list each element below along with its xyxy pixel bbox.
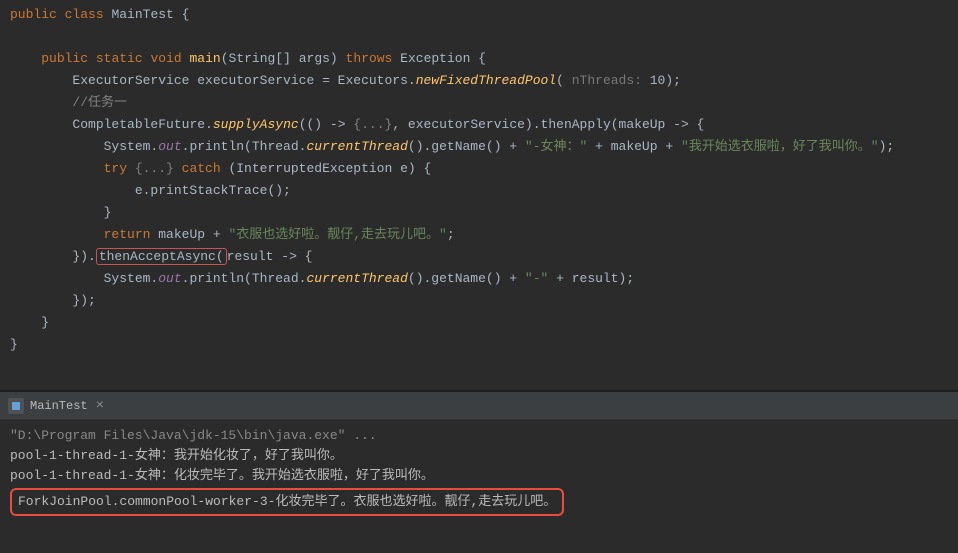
keyword: static: [96, 51, 143, 66]
console-line: pool-1-thread-1-女神：我开始化妆了，好了我叫你。: [10, 446, 948, 466]
method-name: main: [190, 51, 221, 66]
keyword: class: [65, 7, 104, 22]
method-call: currentThread: [306, 271, 407, 286]
keyword: public: [10, 7, 57, 22]
close-icon[interactable]: ×: [96, 398, 104, 414]
keyword: try: [104, 161, 127, 176]
string-literal: "-": [525, 271, 548, 286]
run-config-icon: [8, 398, 24, 414]
keyword: throws: [346, 51, 393, 66]
code-fold[interactable]: {...}: [127, 161, 182, 176]
method-call: currentThread: [306, 139, 407, 154]
string-literal: "-女神：": [525, 139, 587, 154]
method-call: supplyAsync: [213, 117, 299, 132]
keyword: public: [41, 51, 88, 66]
console-line: "D:\Program Files\Java\jdk-15\bin\java.e…: [10, 426, 948, 446]
keyword: catch: [182, 161, 221, 176]
class-name: MainTest: [111, 7, 173, 22]
field: out: [158, 271, 181, 286]
comment: //任务一: [72, 95, 127, 110]
field: out: [158, 139, 181, 154]
highlighted-console-line: ForkJoinPool.commonPool-worker-3-化妆完毕了。衣…: [10, 488, 564, 516]
keyword: return: [104, 227, 151, 242]
string-literal: "衣服也选好啦。靓仔,走去玩儿吧。": [228, 227, 446, 242]
console-line: pool-1-thread-1-女神：化妆完毕了。我开始选衣服啦，好了我叫你。: [10, 466, 948, 486]
code-editor[interactable]: public class MainTest { public static vo…: [0, 0, 958, 390]
console-tab-bar: MainTest ×: [0, 392, 958, 420]
method-call: newFixedThreadPool: [416, 73, 556, 88]
console-output[interactable]: "D:\Program Files\Java\jdk-15\bin\java.e…: [0, 420, 958, 522]
code-fold[interactable]: {...}: [353, 117, 392, 132]
string-literal: "我开始选衣服啦，好了我叫你。": [681, 139, 879, 154]
keyword: void: [150, 51, 181, 66]
highlighted-method: thenAcceptAsync(: [96, 248, 227, 265]
console-tab-label[interactable]: MainTest: [30, 399, 88, 413]
param-hint: nThreads:: [572, 73, 650, 88]
